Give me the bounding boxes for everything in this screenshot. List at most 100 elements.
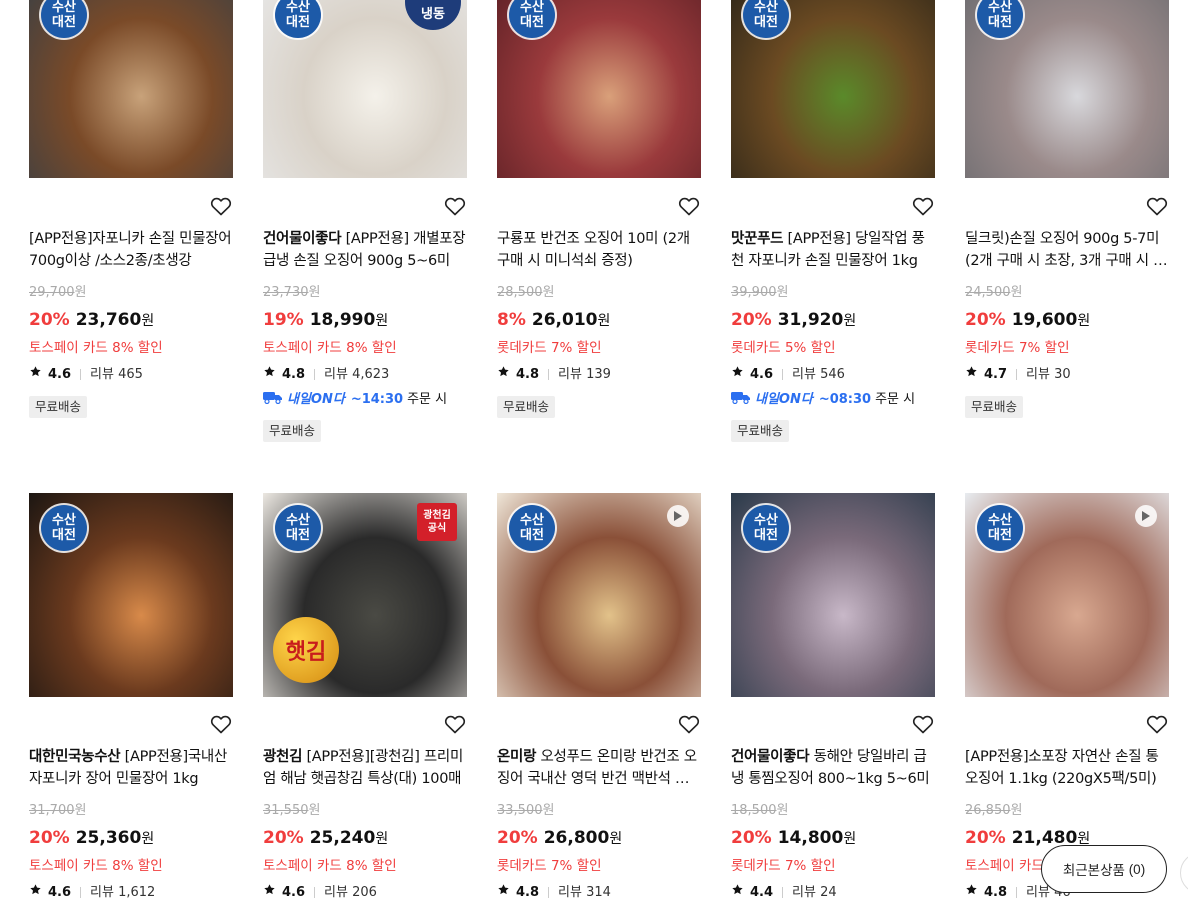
original-price: 39,900원 — [731, 285, 789, 300]
truck-icon — [263, 390, 283, 410]
review-count: 139 — [586, 366, 611, 382]
product-title[interactable]: 맛꾼푸드 [APP전용] 당일작업 풍천 자포니카 손질 민물장어 1kg — [731, 228, 935, 272]
product-title[interactable]: 건어물이좋다 [APP전용] 개별포장 급냉 손질 오징어 900g 5~6미 — [263, 228, 467, 272]
sale-price: 26,010 — [531, 310, 598, 330]
review-count: 24 — [820, 884, 837, 900]
product-brand: 건어물이좋다 — [731, 749, 810, 765]
product-name: 딜크릿)손질 오징어 900g 5-7미 (2개 구매 시 초장, 3개 구매 … — [965, 231, 1167, 269]
review-label: 리뷰 — [324, 366, 348, 382]
heart-icon[interactable] — [677, 712, 701, 736]
rating-value: 4.6 — [48, 366, 72, 382]
product-image[interactable]: 수산 대전 — [497, 493, 701, 697]
product-image[interactable]: 수산 대전 — [965, 493, 1169, 697]
product-name: 구룡포 반건조 오징어 10미 (2개 구매 시 미니석쇠 증정) — [497, 231, 690, 269]
star-icon — [263, 365, 282, 384]
product-title[interactable]: 대한민국농수산 [APP전용]국내산 자포니카 장어 민물장어 1kg — [29, 746, 233, 790]
heart-icon[interactable] — [209, 194, 233, 218]
heart-icon[interactable] — [677, 194, 701, 218]
free-shipping-tag: 무료배송 — [731, 420, 790, 442]
truck-icon — [731, 390, 751, 410]
heart-icon[interactable] — [911, 712, 935, 736]
review-label: 리뷰 — [90, 884, 114, 900]
product-image[interactable]: 수산 대전 냉동 — [263, 0, 467, 178]
heart-icon[interactable] — [1145, 712, 1169, 736]
discount-rate: 20% — [731, 828, 772, 848]
discount-rate: 20% — [29, 310, 70, 330]
seafood-sale-badge: 수산 대전 — [41, 505, 87, 551]
discount-rate: 20% — [29, 828, 70, 848]
play-video-icon[interactable] — [1135, 505, 1157, 527]
star-icon — [263, 883, 282, 902]
product-image[interactable]: 수산 대전 — [731, 493, 935, 697]
rating-value: 4.6 — [282, 884, 306, 900]
product-title[interactable]: [APP전용]소포장 자연산 손질 통오징어 1.1kg (220gX5팩/5미… — [965, 746, 1169, 790]
original-price: 24,500원 — [965, 285, 1023, 300]
product-title[interactable]: 딜크릿)손질 오징어 900g 5-7미 (2개 구매 시 초장, 3개 구매 … — [965, 228, 1169, 272]
star-icon — [965, 365, 984, 384]
heart-icon[interactable] — [443, 712, 467, 736]
delivery-info: 내일ON다 ~14:30 주문 시 — [263, 390, 447, 410]
seafood-sale-badge: 수산 대전 — [977, 505, 1023, 551]
review-count: 1,612 — [118, 884, 156, 900]
product-title[interactable]: 광천김 [APP전용][광천김] 프리미엄 해남 햇곱창김 특상(대) 100매 — [263, 746, 467, 790]
sale-price: 23,760 — [75, 310, 142, 330]
star-icon — [29, 883, 48, 902]
product-title[interactable]: 구룡포 반건조 오징어 10미 (2개 구매 시 미니석쇠 증정) — [497, 228, 701, 272]
heart-icon[interactable] — [911, 194, 935, 218]
product-name: [APP전용]자포니카 손질 민물장어 700g이상 /소스2종/초생강 — [29, 231, 232, 269]
product-title[interactable]: [APP전용]자포니카 손질 민물장어 700g이상 /소스2종/초생강 — [29, 228, 233, 272]
card-discount-promo: 롯데카드 7% 할인 — [965, 340, 1070, 356]
rating-row: 4.6 리뷰 206 — [263, 883, 377, 902]
sale-price: 25,360 — [75, 828, 142, 848]
heart-icon[interactable] — [209, 712, 233, 736]
rating-row: 4.6 리뷰 546 — [731, 365, 845, 384]
review-count: 465 — [118, 366, 143, 382]
rating-row: 4.8 리뷰 139 — [497, 365, 611, 384]
product-image[interactable]: 수산 대전 광천김 공식햇김 — [263, 493, 467, 697]
discount-rate: 19% — [263, 310, 304, 330]
review-label: 리뷰 — [558, 884, 582, 900]
free-shipping-tag: 무료배송 — [263, 420, 322, 442]
product-brand: 맛꾼푸드 — [731, 231, 784, 247]
price-row: 19% 18,990원 — [263, 310, 389, 330]
new-season-badge: 햇김 — [273, 617, 339, 683]
star-icon — [497, 365, 516, 384]
review-count: 30 — [1054, 366, 1071, 382]
play-video-icon[interactable] — [667, 505, 689, 527]
product-image[interactable]: 수산 대전 — [497, 0, 701, 178]
rating-value: 4.6 — [48, 884, 72, 900]
discount-rate: 20% — [965, 828, 1006, 848]
seafood-sale-badge: 수산 대전 — [275, 505, 321, 551]
official-brand-badge: 광천김 공식 — [417, 503, 457, 541]
rating-row: 4.4 리뷰 24 — [731, 883, 837, 902]
heart-icon[interactable] — [1145, 194, 1169, 218]
heart-icon[interactable] — [443, 194, 467, 218]
recent-products-button[interactable]: 최근본상품 (0) — [1041, 845, 1167, 893]
rating-row: 4.6 리뷰 1,612 — [29, 883, 155, 902]
product-brand: 광천김 — [263, 749, 303, 765]
sale-price: 18,990 — [309, 310, 376, 330]
original-price: 26,850원 — [965, 803, 1023, 818]
seafood-sale-badge: 수산 대전 — [743, 505, 789, 551]
product-image[interactable]: 수산 대전 — [965, 0, 1169, 178]
product-title[interactable]: 온미랑 오성푸드 온미랑 반건조 오징어 국내산 영덕 반건 맥반석 오징어 — [497, 746, 701, 790]
review-label: 리뷰 — [792, 366, 816, 382]
rating-row: 4.7 리뷰 30 — [965, 365, 1071, 384]
product-image[interactable]: 수산 대전 — [731, 0, 935, 178]
product-image[interactable]: 수산 대전 — [29, 493, 233, 697]
product-image[interactable]: 수산 대전 — [29, 0, 233, 178]
card-discount-promo: 롯데카드 5% 할인 — [731, 340, 836, 356]
product-brand: 대한민국농수산 — [29, 749, 121, 765]
product-title[interactable]: 건어물이좋다 동해안 당일바리 급냉 통찜오징어 800~1kg 5~6미 — [731, 746, 935, 790]
rating-value: 4.8 — [516, 366, 540, 382]
original-price: 28,500원 — [497, 285, 555, 300]
product-brand: 온미랑 — [497, 749, 537, 765]
price-row: 20% 14,800원 — [731, 828, 857, 848]
review-label: 리뷰 — [90, 366, 114, 382]
recent-products-label: 최근본상품 — [1062, 863, 1125, 878]
price-row: 20% 25,240원 — [263, 828, 389, 848]
review-count: 206 — [352, 884, 377, 900]
star-icon — [731, 883, 750, 902]
seafood-sale-badge: 수산 대전 — [509, 505, 555, 551]
discount-rate: 8% — [497, 310, 526, 330]
